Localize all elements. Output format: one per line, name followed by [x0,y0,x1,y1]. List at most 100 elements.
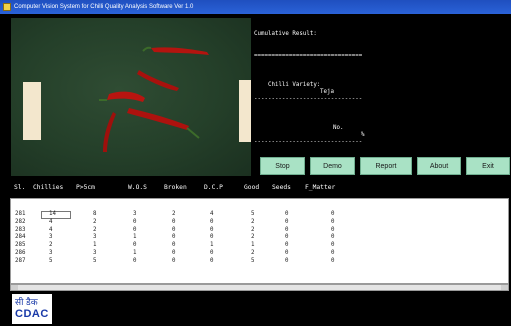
table-cell: 282 [15,218,26,225]
table-cell: 2 [251,250,255,256]
table-cell: 0 [331,218,335,225]
scroll-right-arrow[interactable] [501,285,508,290]
table-cell: 0 [172,218,176,225]
header-p5cm: P>5cm [76,184,95,191]
table-cell: 0 [285,257,289,264]
header-good: Good [244,184,260,191]
title-bar: Computer Vision System for Chilli Qualit… [0,0,511,14]
table-cell: 1 [93,242,97,249]
chilli-pod-4 [127,108,189,130]
table-row[interactable]: 285 2 1 0 0 1 1 0 0 [11,242,508,250]
table-cell: 287 [15,257,26,264]
table-cell: 0 [172,257,176,264]
table-row[interactable]: 286 3 3 1 0 0 2 0 0 [11,250,508,258]
app-icon [3,3,11,11]
table-cell: 2 [251,226,255,233]
table-cell: 0 [285,250,289,256]
result-rule: =============================== [254,53,363,59]
table-cell: 3 [93,250,97,256]
table-cell: 8 [93,211,97,217]
header-wos: W.O.S [128,184,147,191]
table-cell: 1 [133,250,137,256]
table-cell: 0 [285,242,289,249]
table-cell: 0 [331,242,335,249]
table-header: Sl. Chillies P>5cm W.O.S Broken D.C.P Go… [0,179,511,196]
table-cell: 0 [133,242,137,249]
chilli-sample-image [23,46,251,152]
report-button[interactable]: Report [360,157,412,175]
button-bar: Stop Demo Report About Exit [254,153,511,179]
cdac-logo: सी डैक CDAC [12,294,52,324]
table-cell: 2 [93,226,97,233]
stop-button[interactable]: Stop [260,157,305,175]
table-cell: 0 [331,226,335,233]
chilli-pod-3 [107,91,145,102]
table-cell: 5 [49,257,53,264]
table-cell: 1 [133,234,137,241]
header-broken: Broken [164,184,187,191]
table-cell: 0 [285,234,289,241]
col-pct-header: % [361,132,365,139]
table-cell: 286 [15,250,26,256]
header-fmatter: F_Matter [305,184,336,191]
table-cell: 2 [251,234,255,241]
table-cell: 0 [172,226,176,233]
variety-line: Chilli Variety: Teja [254,75,374,95]
table-cell: 4 [210,211,214,217]
result-dash-2: ------------------------------- [254,139,363,146]
header-dcp: D.C.P [204,184,223,191]
table-row[interactable]: 287 5 5 0 0 0 5 0 0 [11,258,508,266]
table-cell: 14 [49,211,56,217]
table-row[interactable]: 284 3 3 1 0 0 2 0 0 [11,234,508,242]
table-cell: 0 [331,257,335,264]
exit-button[interactable]: Exit [466,157,510,175]
table-cell: 0 [210,257,214,264]
table-row[interactable]: 282 4 2 0 0 0 2 0 0 [11,219,508,227]
horizontal-scrollbar[interactable] [10,284,509,291]
table-cell: 2 [172,211,176,217]
window-title: Computer Vision System for Chilli Qualit… [14,4,194,10]
table-cell: 5 [251,257,255,264]
scroll-left-arrow[interactable] [11,285,18,290]
result-column-header: No. % [254,118,374,138]
table-cell: 285 [15,242,26,249]
chilli-pod-1 [151,47,209,55]
table-cell: 0 [133,226,137,233]
table-cell: 0 [133,218,137,225]
table-cell: 0 [133,257,137,264]
demo-button[interactable]: Demo [310,157,355,175]
table-cell: 5 [251,211,255,217]
table-cell: 1 [251,242,255,249]
table-cell: 3 [49,234,53,241]
result-dash-1: ------------------------------- [254,96,363,103]
table-cell: 281 [15,211,26,217]
table-cell: 0 [285,211,289,217]
about-button[interactable]: About [417,157,461,175]
chilli-pod-5 [103,112,116,152]
table-cell: 4 [49,226,53,233]
table-cell: 284 [15,234,26,241]
table-cell: 0 [331,211,335,217]
chilli-pod-2 [137,70,179,91]
table-cell: 0 [210,218,214,225]
per-batch-table[interactable]: 281 14 8 3 2 4 5 0 0 282 4 2 0 0 0 2 0 0 283 4 2 0 0 0 2 0 0 284 3 3 1… [10,198,509,284]
sample-tray-left-edge [23,82,41,140]
table-cell: 3 [133,211,137,217]
table-cell: 2 [49,242,53,249]
logo-latin: CDAC [15,308,49,320]
table-row[interactable]: 281 14 8 3 2 4 5 0 0 [11,211,508,219]
table-cell: 2 [93,218,97,225]
table-cell: 0 [210,226,214,233]
header-chillies: Chillies [33,184,64,191]
table-cell: 1 [210,242,214,249]
table-row[interactable]: 283 4 2 0 0 0 2 0 0 [11,227,508,235]
table-cell: 0 [331,234,335,241]
table-cell: 0 [172,234,176,241]
table-cell: 0 [210,234,214,241]
variety-value: Teja [320,89,334,95]
table-cell: 5 [93,257,97,264]
header-seeds: Seeds [272,184,291,191]
table-cell: 0 [285,218,289,225]
sample-tray-right-edge [239,80,251,142]
table-cell: 2 [251,218,255,225]
